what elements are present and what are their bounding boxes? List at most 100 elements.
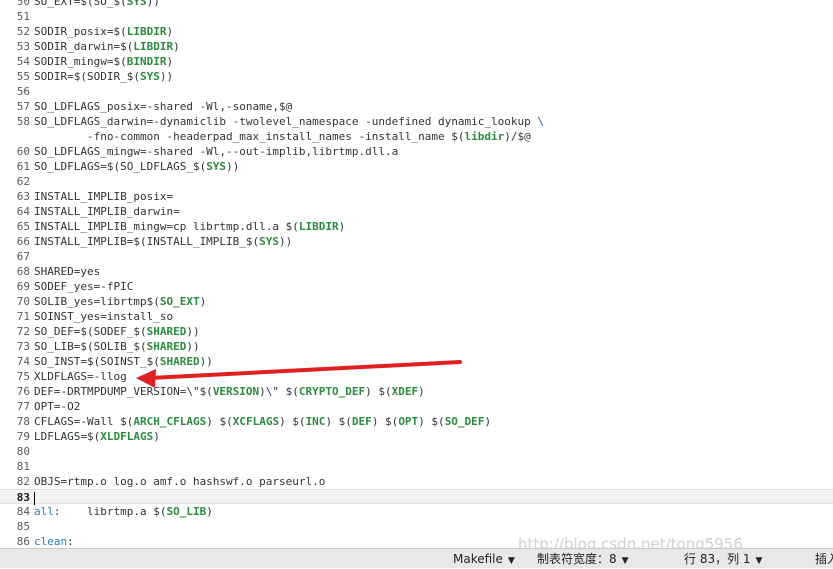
code-line[interactable]: 68 SHARED=yes [0,264,833,279]
code-line[interactable]: 78 CFLAGS=-Wall $(ARCH_CFLAGS) $(XCFLAGS)… [0,414,833,429]
line-number: 86 [16,535,30,548]
line-code: LDFLAGS=$(XLDFLAGS) [34,429,160,444]
line-code: INSTALL_IMPLIB=$(INSTALL_IMPLIB_$(SYS)) [34,234,292,249]
line-number: 69 [16,280,30,293]
line-code: OBJS=rtmp.o log.o amf.o hashswf.o parseu… [34,474,325,489]
line-number: 56 [16,85,30,98]
code-line[interactable]: 50 SO_EXT=$(SO_$(SYS)) [0,0,833,9]
code-line[interactable]: 52 SODIR_posix=$(LIBDIR) [0,24,833,39]
code-token: SO_LDFLAGS_posix=-shared -Wl,-soname,$@ [34,100,293,113]
code-line[interactable]: 51 [0,9,833,24]
line-code: all: librtmp.a $(SO_LIB) [34,504,213,519]
variable-token: VERSION [212,385,260,398]
code-line[interactable]: 62 [0,174,833,189]
code-token: SO_INST=$(SOINST_$( [34,355,160,368]
code-line[interactable]: 63 INSTALL_IMPLIB_posix= [0,189,833,204]
line-code: SOLIB_yes=librtmp$(SO_EXT) [34,294,206,309]
line-code: DEF=-DRTMPDUMP_VERSION=\"$(VERSION)\" $(… [34,384,425,399]
code-line[interactable]: 55 SODIR=$(SODIR_$(SYS)) [0,69,833,84]
code-line[interactable]: 74 SO_INST=$(SOINST_$(SHARED)) [0,354,833,369]
variable-token: LIBDIR [298,220,339,233]
line-number: 71 [16,310,30,323]
line-number: 67 [16,250,30,263]
cursor-position-label: 行 83，列 1 [684,552,751,566]
code-token: ) [199,295,207,308]
variable-token: ARCH_CFLAGS [133,415,207,428]
line-code: CFLAGS=-Wall $(ARCH_CFLAGS) $(XCFLAGS) $… [34,414,491,429]
code-token: : librtmp.a $( [53,505,167,518]
code-line[interactable]: 81 [0,459,833,474]
line-code: SOINST_yes=install_so [34,309,173,324]
line-number: 60 [16,145,30,158]
target-token: clean [34,535,68,548]
code-token: )) [279,235,293,248]
code-line[interactable]: 54 SODIR_mingw=$(BINDIR) [0,54,833,69]
code-token: SODIR_mingw=$( [34,55,127,68]
code-line[interactable]: 69 SODEF_yes=-fPIC [0,279,833,294]
code-line[interactable]: 82 OBJS=rtmp.o log.o amf.o hashswf.o pars… [0,474,833,489]
code-line[interactable]: 86 clean: [0,534,833,548]
line-code: SO_LIB=$(SOLIB_$(SHARED)) [34,339,200,354]
code-line[interactable]: 83 [0,489,833,505]
variable-token: INC [305,415,326,428]
line-number: 62 [16,175,30,188]
code-token: SODIR=$(SODIR_$( [34,70,140,83]
code-line[interactable]: -fno-common -headerpad_max_install_names… [0,129,833,144]
code-line[interactable]: 60 SO_LDFLAGS_mingw=-shared -Wl,--out-imp… [0,144,833,159]
line-code: SODIR_posix=$(LIBDIR) [34,24,173,39]
line-code: SO_EXT=$(SO_$(SYS)) [34,0,160,9]
code-token: SO_LDFLAGS_darwin=-dynamiclib -twolevel_… [34,115,538,128]
line-number: 61 [16,160,30,173]
line-number: 80 [16,445,30,458]
tab-width-label: 制表符宽度：8 [537,552,617,566]
line-number: 57 [16,100,30,113]
line-number: 82 [16,475,30,488]
line-number: 58 [16,115,30,128]
code-line[interactable]: 65 INSTALL_IMPLIB_mingw=cp librtmp.dll.a … [0,219,833,234]
code-line[interactable]: 70 SOLIB_yes=librtmp$(SO_EXT) [0,294,833,309]
line-number: 52 [16,25,30,38]
line-code: SODIR_darwin=$(LIBDIR) [34,39,180,54]
code-line[interactable]: 84 all: librtmp.a $(SO_LIB) [0,504,833,519]
line-number: 75 [16,370,30,383]
line-number: 64 [16,205,30,218]
code-line[interactable]: 61 SO_LDFLAGS=$(SO_LDFLAGS_$(SYS)) [0,159,833,174]
code-line[interactable]: 66 INSTALL_IMPLIB=$(INSTALL_IMPLIB_$(SYS)… [0,234,833,249]
code-line[interactable]: 53 SODIR_darwin=$(LIBDIR) [0,39,833,54]
code-line[interactable]: 72 SO_DEF=$(SODEF_$(SHARED)) [0,324,833,339]
line-number: 51 [16,10,30,23]
code-token: )\" $( [259,385,299,398]
code-token: DEF=-DRTMPDUMP_VERSION=\"$( [34,385,213,398]
code-line[interactable]: 75 XLDFLAGS=-llog [0,369,833,384]
code-line[interactable]: 76 DEF=-DRTMPDUMP_VERSION=\"$(VERSION)\" … [0,384,833,399]
code-line[interactable]: 58 SO_LDFLAGS_darwin=-dynamiclib -twoleve… [0,114,833,129]
line-number: 63 [16,190,30,203]
code-line[interactable]: 56 [0,84,833,99]
code-editor[interactable]: 50 SO_EXT=$(SO_$(SYS)) 51 52 SODIR_posix=$(L… [0,0,833,548]
code-line[interactable]: 80 [0,444,833,459]
code-token: )) [146,0,160,8]
code-token: SO_LDFLAGS=$(SO_LDFLAGS_$( [34,160,207,173]
tab-width-selector[interactable]: 制表符宽度：8 ▼ [537,551,629,569]
code-line[interactable]: 85 [0,519,833,534]
cursor-position-selector[interactable]: 行 83，列 1 ▼ [684,551,762,569]
code-line[interactable]: 64 INSTALL_IMPLIB_darwin= [0,204,833,219]
code-line[interactable]: 67 [0,249,833,264]
code-token: : [67,535,74,548]
code-line[interactable]: 79 LDFLAGS=$(XLDFLAGS) [0,429,833,444]
code-token: )) [159,70,174,83]
line-number: 83 [16,491,30,504]
code-line[interactable]: 71 SOINST_yes=install_so [0,309,833,324]
code-token: ) $( [365,385,392,398]
code-line[interactable]: 73 SO_LIB=$(SOLIB_$(SHARED)) [0,339,833,354]
line-code: INSTALL_IMPLIB_posix= [34,189,173,204]
language-selector[interactable]: Makefile ▼ [453,551,515,569]
code-line[interactable]: 77 OPT=-O2 [0,399,833,414]
variable-token: BINDIR [126,55,167,68]
line-number: 54 [16,55,30,68]
variable-token: LIBDIR [133,40,174,53]
line-code: XLDFLAGS=-llog [34,369,127,384]
code-token: ) $( [279,415,306,428]
code-line[interactable]: 57 SO_LDFLAGS_posix=-shared -Wl,-soname,$… [0,99,833,114]
code-token: SO_DEF=$(SODEF_$( [34,325,147,338]
